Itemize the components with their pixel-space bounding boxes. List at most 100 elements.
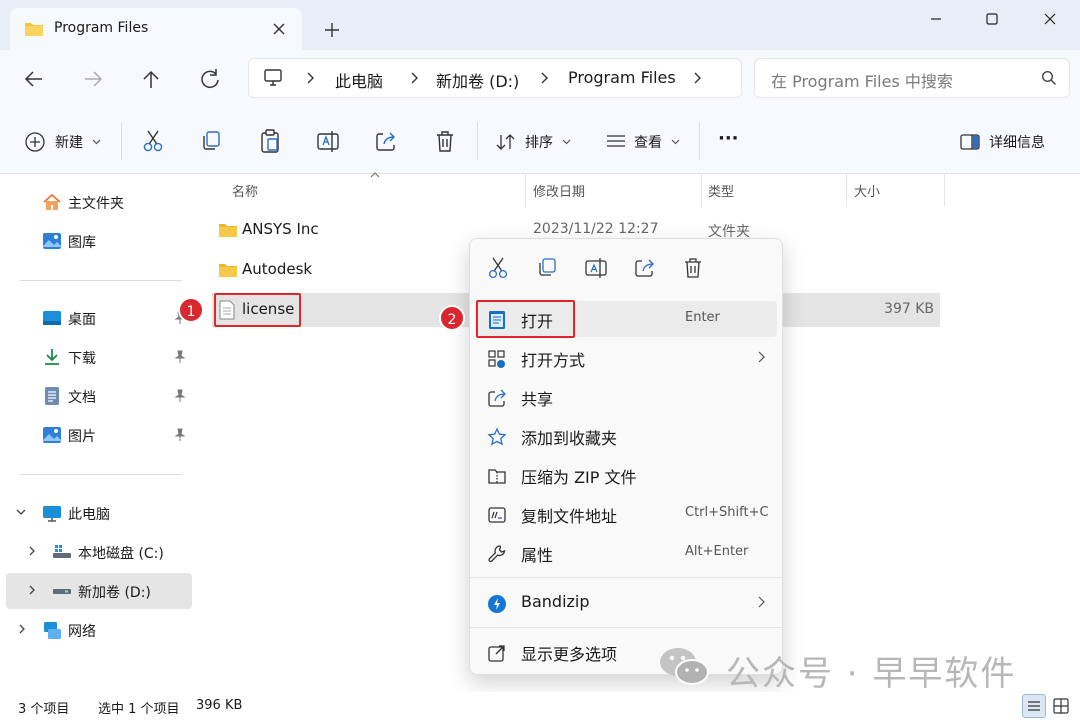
home-icon [42,192,62,212]
pin-icon[interactable] [174,350,186,364]
minimize-button[interactable] [914,2,958,36]
menu-item-add-favorite[interactable]: 添加到收藏夹 [475,418,777,454]
sidebar-item-downloads[interactable]: 下载 [6,339,192,375]
back-button[interactable] [18,64,50,94]
column-divider[interactable] [944,174,945,206]
item-count: 3 个项目 [18,702,70,717]
sidebar-item-pictures[interactable]: 图片 [6,417,192,453]
pin-icon[interactable] [174,428,186,442]
copy-path-icon [487,505,507,525]
close-window-button[interactable] [1028,2,1072,36]
chevron-down-icon[interactable] [16,508,26,516]
delete-button[interactable] [678,254,708,282]
menu-item-bandizip[interactable]: Bandizip [475,585,777,621]
rename-button[interactable] [314,126,342,156]
sort-up-icon [369,171,381,179]
copy-button[interactable] [197,126,225,156]
column-divider[interactable] [701,174,702,206]
watermark-text: 公众号 · 早早软件 [726,654,1017,694]
view-button[interactable]: 查看 [605,126,685,156]
breadcrumb-drive-d[interactable]: 新加卷 (D:) [436,68,519,92]
sidebar-label: 文档 [68,390,96,406]
new-button[interactable]: 新建 [24,126,104,156]
menu-item-open-with[interactable]: 打开方式 [475,340,777,376]
chevron-right-icon [539,70,549,86]
column-header-size[interactable]: 大小 [854,181,880,200]
column-header-type[interactable]: 类型 [708,181,734,200]
rename-button[interactable] [581,254,611,282]
menu-label: 添加到收藏夹 [521,429,618,448]
menu-shortcut: Alt+Enter [685,544,749,559]
file-name: Autodesk [242,260,313,278]
breadcrumb-program-files[interactable]: Program Files [568,68,676,87]
computer-icon [263,69,283,87]
menu-label: 复制文件地址 [521,507,618,526]
chevron-right-icon[interactable] [28,546,36,556]
column-header-modified[interactable]: 修改日期 [533,181,585,200]
chevron-right-icon[interactable] [28,585,36,595]
breadcrumb-this-pc[interactable]: 此电脑 [335,68,383,92]
menu-label: Bandizip [521,592,590,611]
chevron-right-icon [757,596,765,608]
column-divider[interactable] [846,174,847,206]
menu-item-copy-path[interactable]: 复制文件地址 Ctrl+Shift+C [475,496,777,532]
tiles-view-button[interactable] [1050,695,1072,717]
menu-item-compress-zip[interactable]: 压缩为 ZIP 文件 [475,457,777,493]
refresh-button[interactable] [194,64,226,94]
sidebar-item-desktop[interactable]: 桌面 [6,300,192,336]
desktop-icon [42,308,62,328]
document-icon [42,386,62,406]
toolbar-divider [121,122,122,160]
tab-title: Program Files [54,20,149,36]
chevron-right-icon [757,351,765,363]
close-tab-icon[interactable] [268,18,290,40]
sidebar-item-home[interactable]: 主文件夹 [6,184,192,220]
column-divider[interactable] [525,174,526,206]
copy-button[interactable] [532,254,562,282]
address-bar[interactable]: 此电脑 新加卷 (D:) Program Files [248,58,742,98]
menu-item-properties[interactable]: 属性 Alt+Enter [475,535,777,571]
share-button[interactable] [630,254,660,282]
sidebar-item-gallery[interactable]: 图库 [6,223,192,259]
delete-button[interactable] [431,126,459,156]
sidebar-label: 本地磁盘 (C:) [78,546,164,562]
share-button[interactable] [372,126,400,156]
search-input[interactable]: 在 Program Files 中搜索 [771,68,953,92]
drive-icon [52,542,72,562]
search-icon [1041,70,1057,86]
toolbar-divider [699,122,700,160]
details-view-button[interactable] [1022,694,1046,718]
menu-shortcut: Enter [685,310,720,325]
column-header-name[interactable]: 名称 [232,181,258,200]
more-options-button[interactable]: ··· [718,126,744,156]
sidebar-label: 下载 [68,351,96,367]
computer-icon [42,503,62,523]
sidebar-item-drive-d[interactable]: 新加卷 (D:) [6,573,192,609]
cut-button[interactable] [483,254,513,282]
cut-button[interactable] [139,126,167,156]
sort-button[interactable]: 排序 [495,126,575,156]
new-tab-button[interactable] [318,16,346,44]
network-icon [42,620,62,640]
pin-icon[interactable] [174,389,186,403]
sidebar-item-drive-c[interactable]: 本地磁盘 (C:) [6,534,192,570]
step-badge-2: 2 [439,305,465,331]
new-label: 新建 [55,135,83,151]
search-box[interactable]: 在 Program Files 中搜索 [754,58,1070,98]
paste-button[interactable] [256,126,284,156]
sidebar-item-this-pc[interactable]: 此电脑 [6,495,192,531]
file-name: ANSYS Inc [242,220,319,238]
maximize-button[interactable] [970,2,1014,36]
sidebar-item-network[interactable]: 网络 [6,612,192,648]
sidebar-label: 桌面 [68,312,96,328]
sort-label: 排序 [525,135,553,151]
up-button[interactable] [135,64,167,94]
sidebar-item-documents[interactable]: 文档 [6,378,192,414]
menu-item-share[interactable]: 共享 [475,379,777,415]
sidebar-label: 图片 [68,429,96,445]
chevron-right-icon[interactable] [18,624,26,634]
selection-size: 396 KB [196,698,243,713]
forward-button[interactable] [77,64,109,94]
details-pane-button[interactable]: 详细信息 [959,126,1059,156]
tab-program-files[interactable]: Program Files [10,8,302,50]
